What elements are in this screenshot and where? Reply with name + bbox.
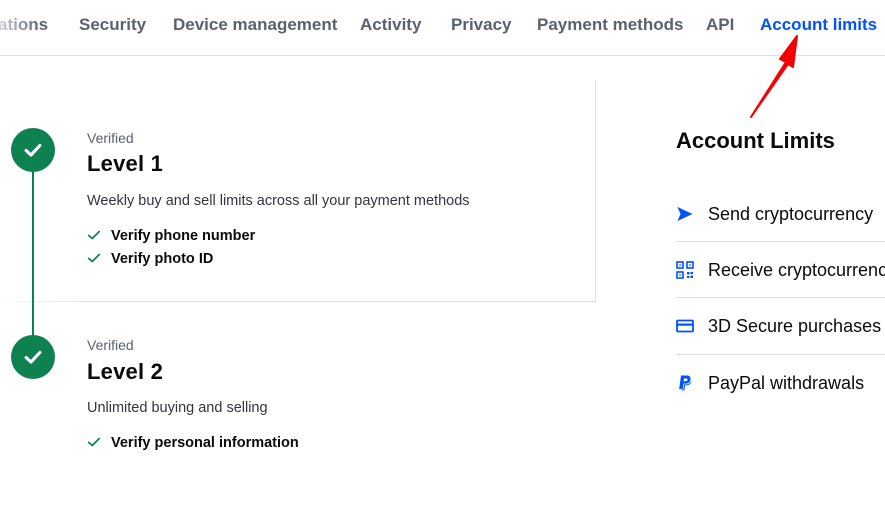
tab-payment-methods[interactable]: Payment methods: [537, 15, 683, 35]
paypal-icon: [676, 374, 694, 392]
level-divider: [0, 301, 596, 302]
tab-account-limits[interactable]: Account limits: [760, 15, 877, 35]
check-icon: [87, 435, 103, 451]
limit-item-label: 3D Secure purchases: [708, 315, 882, 336]
requirement-item: Verify phone number: [87, 228, 255, 244]
tab-device-management[interactable]: Device management: [173, 15, 337, 35]
verified-check-badge-icon: [11, 128, 55, 172]
requirement-label: Verify photo ID: [111, 251, 214, 267]
send-arrow-icon: [676, 205, 694, 223]
panel-divider: [595, 80, 596, 302]
limit-item-label: PayPal withdrawals: [708, 372, 865, 393]
limit-item-paypal-withdrawals[interactable]: PayPal withdrawals: [676, 355, 885, 411]
tab-security[interactable]: Security: [79, 15, 146, 35]
tab-privacy[interactable]: Privacy: [451, 15, 512, 35]
check-icon: [87, 228, 103, 244]
level-status: Verified: [87, 130, 134, 146]
tab-activity[interactable]: Activity: [360, 15, 421, 35]
limit-item-3d-secure-purchases[interactable]: 3D Secure purchases: [676, 298, 885, 354]
level-progress-line: [32, 150, 34, 356]
verified-check-badge-icon: [11, 335, 55, 379]
account-limits-heading: Account Limits: [676, 128, 835, 153]
requirement-item: Verify personal information: [87, 435, 299, 451]
level-description: Unlimited buying and selling: [87, 400, 268, 416]
settings-tab-bar: ations Security Device management Activi…: [0, 0, 885, 56]
tab-notifications[interactable]: ations: [0, 15, 48, 35]
requirement-label: Verify personal information: [111, 435, 299, 451]
limit-item-label: Send cryptocurrency: [708, 203, 874, 224]
level-status: Verified: [87, 337, 134, 353]
limit-item-receive-cryptocurrency[interactable]: Receive cryptocurrency: [676, 242, 885, 298]
level-title: Level 1: [87, 151, 164, 176]
qr-code-icon: [676, 261, 694, 279]
limit-item-send-cryptocurrency[interactable]: Send cryptocurrency: [676, 186, 885, 242]
check-icon: [87, 251, 103, 267]
requirement-item: Verify photo ID: [87, 251, 213, 267]
level-title: Level 2: [87, 359, 164, 384]
tab-api[interactable]: API: [706, 15, 734, 35]
credit-card-icon: [676, 317, 694, 335]
limit-item-label: Receive cryptocurrency: [708, 259, 885, 280]
requirement-label: Verify phone number: [111, 228, 256, 244]
level-description: Weekly buy and sell limits across all yo…: [87, 193, 470, 209]
